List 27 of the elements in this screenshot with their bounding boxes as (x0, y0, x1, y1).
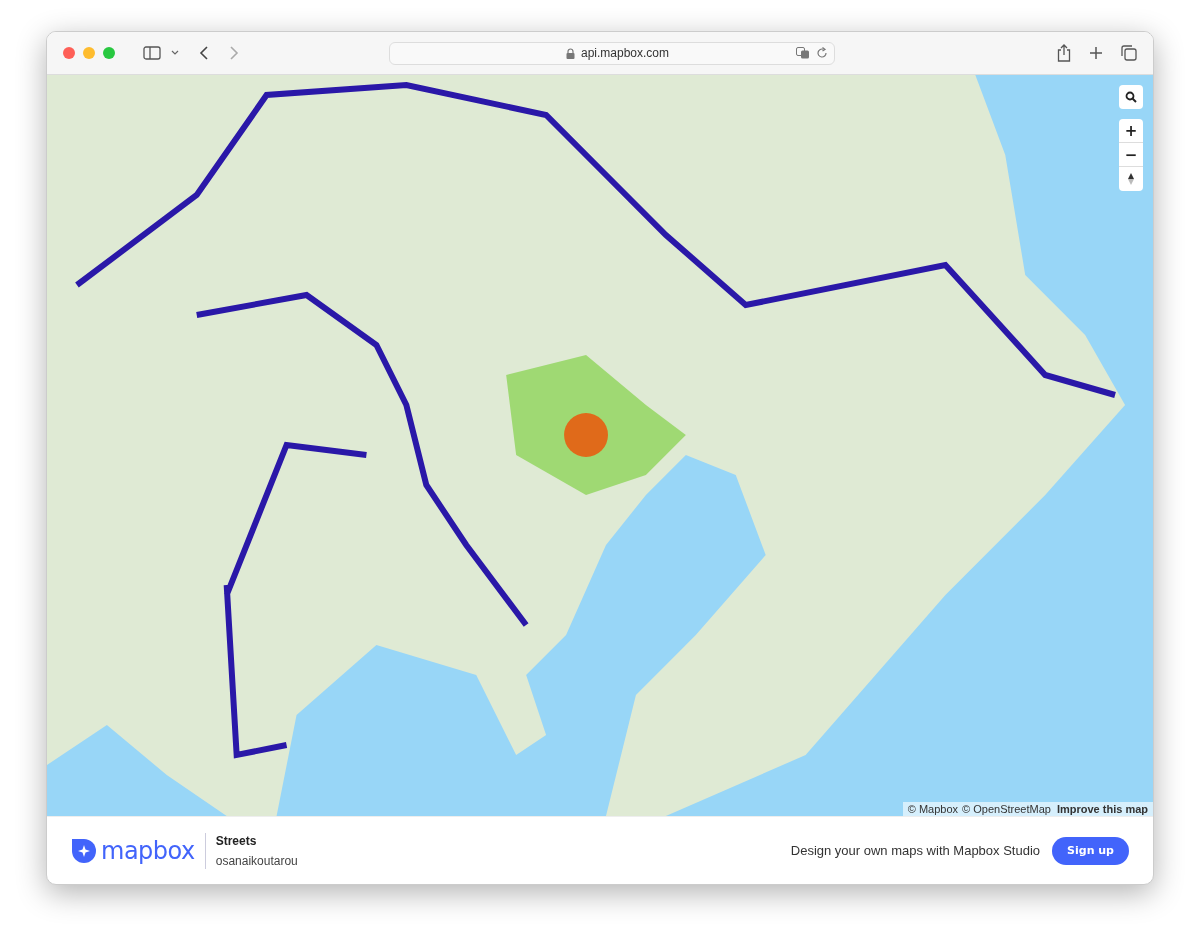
promo-text: Design your own maps with Mapbox Studio (790, 843, 1041, 858)
attribution-link[interactable]: © OpenStreetMap (962, 803, 1051, 815)
compass-icon (1128, 173, 1134, 185)
share-icon[interactable] (1057, 44, 1071, 62)
back-icon[interactable] (199, 46, 209, 60)
logo-icon (71, 837, 97, 864)
sidebar-icon[interactable] (143, 46, 161, 60)
plus-icon[interactable] (1089, 46, 1103, 60)
translate-icon[interactable] (796, 47, 810, 59)
forward-icon[interactable] (229, 46, 239, 60)
search-icon (1125, 91, 1137, 103)
style-name: Streets (215, 833, 258, 848)
attribution-link[interactable]: © Mapbox (907, 803, 959, 815)
close-button[interactable] (63, 47, 75, 59)
improve-map-link[interactable]: Improve this map (1056, 803, 1148, 815)
search-button[interactable] (1119, 85, 1143, 109)
logo-wordmark: mapbox (101, 836, 195, 865)
sign-up-button[interactable]: Sign up (1052, 836, 1129, 865)
lock-icon (566, 47, 575, 59)
chevron-down-icon[interactable] (171, 50, 179, 56)
zoom-out-button[interactable]: − (1119, 143, 1143, 167)
reload-icon[interactable] (816, 47, 828, 59)
owner-name: osanaikoutarou (215, 853, 298, 868)
address-bar[interactable]: api.mapbox.com (389, 41, 835, 65)
url-text: api.mapbox.com (581, 46, 670, 60)
tabs-icon[interactable] (1121, 45, 1137, 61)
zoom-in-button[interactable]: + (1119, 119, 1143, 143)
